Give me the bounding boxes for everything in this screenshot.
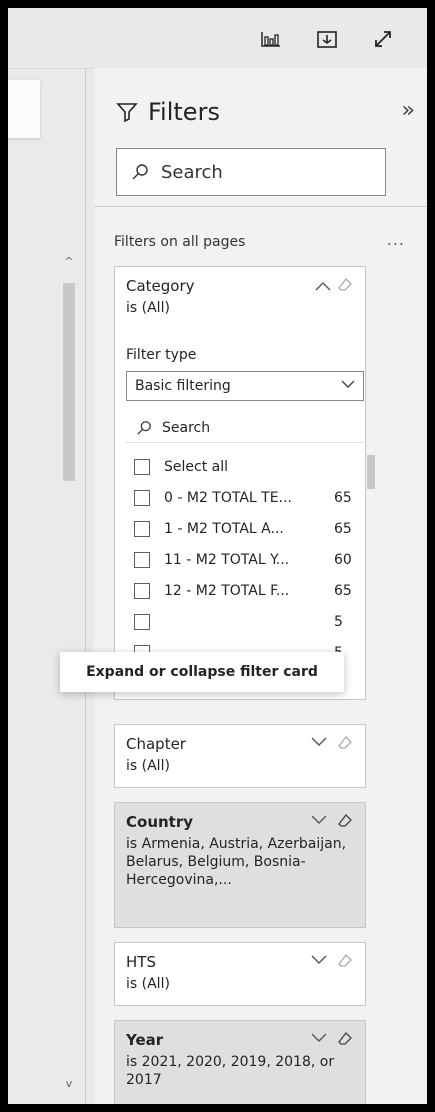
chevron-down-icon [341,377,355,393]
filter-card-name: Category [126,277,195,295]
filter-card-desc: is (All) [126,758,170,774]
chevron-down-icon[interactable] [311,951,327,969]
card-search-placeholder: Search [162,419,211,436]
list-item-count: 5 [334,613,343,630]
list-item[interactable]: 5 [126,606,364,637]
filter-card-desc: is Armenia, Austria, Azerbaijan, Belarus… [126,836,347,888]
export-icon[interactable] [314,26,340,52]
report-view: ^ v Filters » Search Filters on all page… [8,8,427,1104]
eraser-icon[interactable] [337,813,353,829]
checkbox[interactable] [134,520,150,537]
search-icon [137,420,151,435]
checkbox[interactable] [134,551,150,568]
filter-card-desc: is 2021, 2020, 2019, 2018, or 2017 [126,1054,335,1088]
visual-table-icon[interactable] [258,26,284,52]
filter-card-name: HTS [126,953,156,971]
chevron-up-icon[interactable] [315,277,331,295]
scroll-up-icon[interactable]: ^ [60,253,78,271]
search-icon [132,164,148,180]
eraser-icon[interactable] [337,1031,353,1047]
filter-card-name: Chapter [126,735,186,753]
list-item[interactable]: 12 - M2 TOTAL F... 65 [126,575,364,606]
filter-card-desc: is (All) [126,976,170,992]
list-item-label: Select all [164,458,228,475]
checkbox[interactable] [134,458,150,475]
more-options-icon[interactable]: ... [387,230,405,249]
filter-pane-title: Filters [116,98,220,126]
checkbox[interactable] [134,582,150,599]
filter-pane-search-placeholder: Search [161,161,223,183]
filter-type-label: Filter type [126,347,197,363]
card-search[interactable]: Search [126,413,364,443]
chevron-down-icon[interactable] [311,811,327,829]
filter-card-name: Year [126,1031,164,1049]
filter-card-year[interactable]: Year is 2021, 2020, 2019, 2018, or 2017 [114,1020,366,1104]
list-item-label: 11 - M2 TOTAL Y... [164,551,290,568]
list-item-label: 1 - M2 TOTAL A... [164,520,284,537]
list-item-count: 60 [334,551,352,568]
filter-pane-header: Filters » Search [94,68,427,202]
filter-card-country[interactable]: Country is Armenia, Austria, Azerbaijan,… [114,802,366,928]
filter-type-value: Basic filtering [135,378,231,394]
list-item[interactable]: Select all [126,451,364,482]
eraser-icon[interactable] [337,953,353,969]
list-item-label: 12 - M2 TOTAL F... [164,582,290,599]
pane-divider [85,68,86,1104]
tooltip: Expand or collapse filter card [60,652,344,692]
list-item[interactable]: 1 - M2 TOTAL A... 65 [126,513,364,544]
filter-card-category[interactable]: Category is (All) Filter type Basic filt… [114,266,375,700]
chevron-down-icon[interactable] [311,733,327,751]
list-item-label: 0 - M2 TOTAL TE... [164,489,292,506]
section-label: Filters on all pages [114,234,246,250]
funnel-icon [116,103,138,123]
list-item[interactable]: 11 - M2 TOTAL Y... 60 [126,544,364,575]
header-separator [94,206,427,207]
filter-card-name: Country [126,813,194,831]
focus-mode-icon[interactable] [370,26,396,52]
category-value-list: Select all 0 - M2 TOTAL TE... 65 1 - M2 T… [126,451,364,671]
filter-pane-search[interactable]: Search [116,148,386,196]
filter-card-chapter[interactable]: Chapter is (All) [114,724,366,788]
checkbox[interactable] [134,613,150,630]
top-toolbar [8,8,427,69]
filter-pane-title-text: Filters [148,98,220,126]
filter-card-desc: is (All) [126,300,170,316]
window-frame: ^ v Filters » Search Filters on all page… [0,0,435,1112]
report-canvas-edge [8,80,40,138]
scroll-thumb[interactable] [63,283,75,481]
list-scroll-thumb[interactable] [367,455,375,489]
list-item-count: 65 [334,582,352,599]
list-item-count: 65 [334,520,352,537]
scroll-down-icon[interactable]: v [60,1075,78,1093]
filter-type-select[interactable]: Basic filtering [126,371,364,401]
filter-pane: Filters » Search Filters on all pages ..… [94,68,427,1104]
collapse-pane-icon[interactable]: » [402,98,415,123]
checkbox[interactable] [134,489,150,506]
eraser-icon[interactable] [337,735,353,751]
filter-card-hts[interactable]: HTS is (All) [114,942,366,1006]
eraser-icon[interactable] [337,277,353,293]
list-item[interactable]: 0 - M2 TOTAL TE... 65 [126,482,364,513]
chevron-down-icon[interactable] [311,1029,327,1047]
list-item-count: 65 [334,489,352,506]
